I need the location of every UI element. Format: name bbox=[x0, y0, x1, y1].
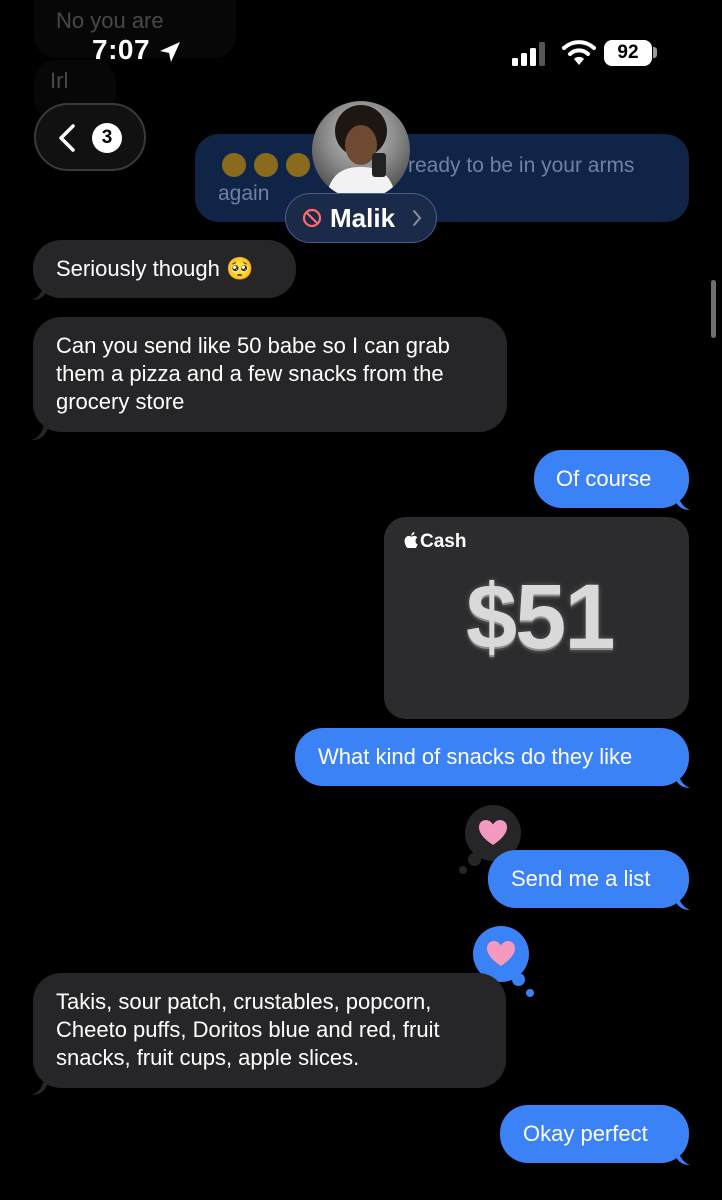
previous-message-line1: ready to be in your arms bbox=[408, 154, 635, 177]
message-bubble-received[interactable]: Takis, sour patch, crustables, popcorn, … bbox=[33, 973, 506, 1088]
heart-icon bbox=[487, 941, 515, 966]
cellular-signal-icon bbox=[512, 42, 545, 66]
unread-count-badge: 3 bbox=[92, 123, 122, 153]
tapback-dot bbox=[512, 973, 525, 986]
back-button[interactable]: 3 bbox=[34, 103, 146, 171]
bubble-tail bbox=[32, 284, 48, 300]
message-text: What kind of snacks do they like bbox=[318, 744, 633, 769]
tapback-dot bbox=[526, 989, 534, 997]
bubble-tail bbox=[674, 894, 690, 910]
bubble-tail bbox=[674, 494, 690, 510]
scrollbar[interactable] bbox=[711, 280, 716, 338]
message-bubble-received[interactable]: Seriously though 🥺 bbox=[33, 240, 296, 298]
battery-nub bbox=[653, 47, 657, 58]
message-text: Of course bbox=[556, 466, 652, 491]
contact-avatar[interactable] bbox=[312, 101, 410, 199]
status-time: 7:07 bbox=[92, 34, 151, 65]
message-bubble-received[interactable]: Can you send like 50 babe so I can grab … bbox=[33, 317, 507, 432]
contact-name-pill[interactable]: Malik bbox=[285, 193, 437, 243]
apple-cash-payment[interactable]: Cash $51 bbox=[384, 517, 689, 719]
message-text: Can you send like 50 babe so I can grab … bbox=[56, 333, 450, 414]
chevron-left-icon bbox=[59, 124, 75, 152]
message-bubble-sent[interactable]: What kind of snacks do they like bbox=[295, 728, 689, 786]
blocked-icon bbox=[302, 208, 322, 228]
apple-logo-icon bbox=[404, 532, 418, 548]
payment-amount: $51 bbox=[466, 566, 615, 668]
pleading-face-emoji bbox=[222, 153, 246, 177]
message-text: Takis, sour patch, crustables, popcorn, … bbox=[56, 989, 440, 1070]
bubble-tail bbox=[674, 1149, 690, 1165]
ghost-message-text: Irl bbox=[50, 68, 69, 93]
contact-name: Malik bbox=[330, 203, 396, 233]
wifi-icon bbox=[562, 40, 596, 65]
ghost-message-text: No you are bbox=[56, 8, 164, 33]
avatar-photo bbox=[326, 105, 396, 199]
bubble-tail bbox=[32, 424, 48, 440]
heart-icon bbox=[479, 820, 507, 845]
apple-cash-label: Cash bbox=[420, 531, 467, 552]
previous-message-line2: again bbox=[218, 182, 270, 205]
battery-indicator: 92 bbox=[604, 40, 652, 66]
chevron-right-icon bbox=[413, 210, 422, 226]
apple-cash-brand: Cash bbox=[404, 531, 466, 553]
message-text: Send me a list bbox=[511, 866, 651, 891]
location-arrow-icon bbox=[160, 42, 180, 62]
message-bubble-sent[interactable]: Send me a list bbox=[488, 850, 689, 908]
message-bubble-sent[interactable]: Of course bbox=[534, 450, 689, 508]
pleading-face-emoji bbox=[254, 153, 278, 177]
message-text: Seriously though 🥺 bbox=[56, 256, 254, 281]
bubble-tail bbox=[674, 772, 690, 788]
message-text: Okay perfect bbox=[523, 1121, 648, 1146]
bubble-tail bbox=[32, 1079, 48, 1095]
message-bubble-sent[interactable]: Okay perfect bbox=[500, 1105, 689, 1163]
tapback-dot bbox=[459, 866, 467, 874]
tapback-dot bbox=[468, 853, 481, 866]
pleading-face-emoji bbox=[286, 153, 310, 177]
